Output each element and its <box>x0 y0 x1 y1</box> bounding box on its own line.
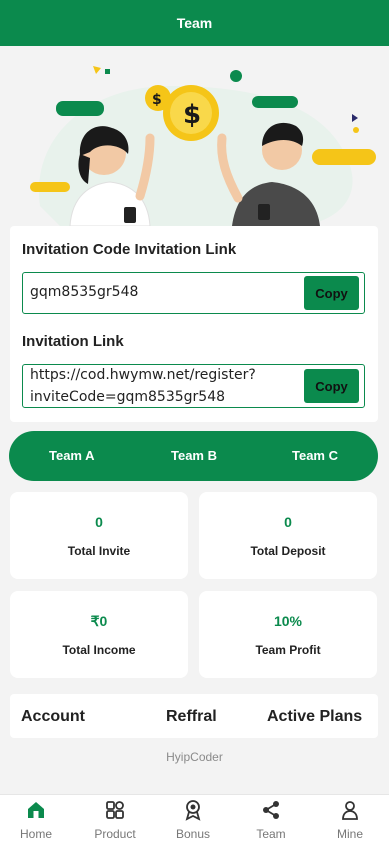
account-link[interactable]: Account <box>21 708 85 726</box>
total-invite-card: 0 Total Invite <box>10 492 188 579</box>
nav-team-label: Team <box>256 827 286 841</box>
page-title: Team <box>176 15 213 31</box>
invitation-link-line2: inviteCode=gqm8535gr548 <box>30 389 226 405</box>
invitation-card: Invitation Code Invitation Link gqm8535g… <box>10 226 378 422</box>
invitation-code-title: Invitation Code Invitation Link <box>22 241 237 258</box>
total-deposit-label: Total Deposit <box>250 544 326 558</box>
grid-icon <box>106 801 124 819</box>
team-profit-label: Team Profit <box>255 643 321 657</box>
bottom-nav: Home Product Bonus Team Mine <box>0 794 389 844</box>
total-invite-label: Total Invite <box>67 544 131 558</box>
page-header: Team <box>0 0 389 46</box>
invitation-link-line1: https://cod.hwymw.net/register? <box>30 367 256 383</box>
total-income-card: ₹0 Total Income <box>10 591 188 678</box>
nav-home[interactable]: Home <box>6 799 66 841</box>
team-tabs: Team A Team B Team C <box>9 431 378 481</box>
nav-team[interactable]: Team <box>241 799 301 841</box>
user-icon <box>342 801 358 820</box>
total-invite-value: 0 <box>95 514 103 530</box>
total-deposit-card: 0 Total Deposit <box>199 492 377 579</box>
nav-product[interactable]: Product <box>85 799 145 841</box>
tab-team-a[interactable]: Team A <box>49 448 95 463</box>
nav-mine-label: Mine <box>336 827 363 841</box>
copy-link-button[interactable]: Copy <box>304 369 359 403</box>
referral-link[interactable]: Reffral <box>166 708 217 726</box>
award-icon <box>185 800 201 821</box>
team-profit-value: 10% <box>273 613 303 629</box>
footer-credit: HyipCoder <box>166 750 223 764</box>
total-income-label: Total Income <box>62 643 136 657</box>
svg-text:$: $ <box>183 100 201 130</box>
active-plans-link[interactable]: Active Plans <box>267 708 362 726</box>
nav-mine[interactable]: Mine <box>320 799 380 841</box>
invitation-code-box: gqm8535gr548 Copy <box>22 272 365 314</box>
tab-team-b[interactable]: Team B <box>171 448 217 463</box>
team-illustration: $ $ <box>0 46 389 226</box>
total-income-value: ₹0 <box>90 613 108 629</box>
team-profit-card: 10% Team Profit <box>199 591 377 678</box>
total-deposit-value: 0 <box>284 514 292 530</box>
invitation-code-value: gqm8535gr548 <box>30 284 139 300</box>
nav-bonus-label: Bonus <box>175 827 211 841</box>
quick-links-bar: Account Reffral Active Plans <box>10 694 378 738</box>
invitation-link-box: https://cod.hwymw.net/register? inviteCo… <box>22 364 365 408</box>
nav-bonus[interactable]: Bonus <box>163 799 223 841</box>
share-icon <box>263 801 279 819</box>
invitation-link-title: Invitation Link <box>22 333 124 350</box>
tab-team-c[interactable]: Team C <box>292 448 338 463</box>
svg-text:$: $ <box>152 92 162 108</box>
home-icon <box>28 802 44 818</box>
copy-code-button[interactable]: Copy <box>304 276 359 310</box>
nav-product-label: Product <box>94 827 136 841</box>
high-five-illustration: $ $ <box>30 66 376 226</box>
nav-home-label: Home <box>19 827 52 841</box>
